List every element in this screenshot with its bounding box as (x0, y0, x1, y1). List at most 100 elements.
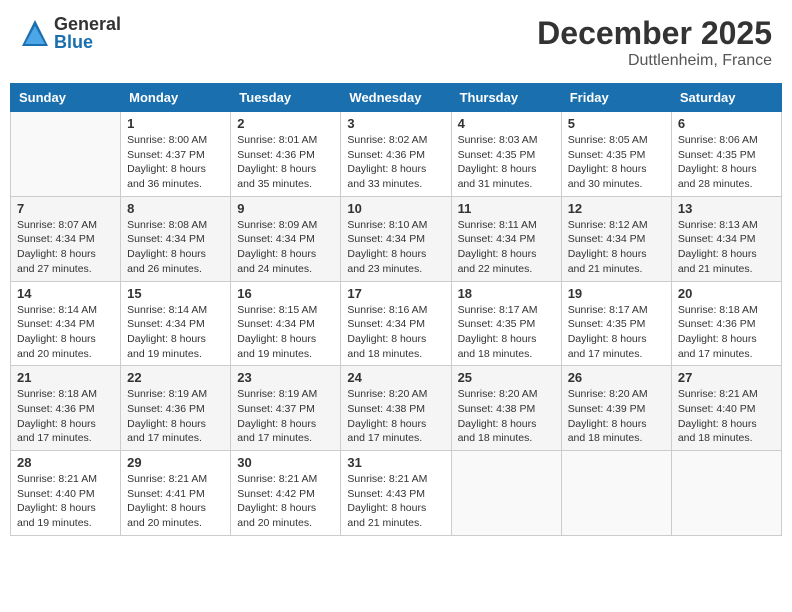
day-info: Sunrise: 8:01 AMSunset: 4:36 PMDaylight:… (237, 133, 334, 192)
day-number: 26 (568, 370, 665, 385)
day-number: 20 (678, 286, 775, 301)
calendar-cell: 25 Sunrise: 8:20 AMSunset: 4:38 PMDayligh… (451, 366, 561, 451)
day-info: Sunrise: 8:16 AMSunset: 4:34 PMDaylight:… (347, 303, 444, 362)
day-number: 17 (347, 286, 444, 301)
calendar-cell: 28Sunrise: 8:21 AMSunset: 4:40 PMDayligh… (11, 451, 121, 536)
calendar-cell: 8 Sunrise: 8:08 AMSunset: 4:34 PMDaylight… (121, 196, 231, 281)
day-info: Sunrise: 8:21 AMSunset: 4:40 PMDaylight:… (17, 472, 114, 531)
day-number: 3 (347, 116, 444, 131)
day-number: 9 (237, 201, 334, 216)
calendar-cell: 20 Sunrise: 8:18 AMSunset: 4:36 PMDayligh… (671, 281, 781, 366)
calendar-cell: 6 Sunrise: 8:06 AMSunset: 4:35 PMDaylight… (671, 112, 781, 197)
day-number: 25 (458, 370, 555, 385)
calendar-cell: 15Sunrise: 8:14 AMSunset: 4:34 PMDayligh… (121, 281, 231, 366)
day-number: 4 (458, 116, 555, 131)
day-info: Sunrise: 8:17 AMSunset: 4:35 PMDaylight:… (568, 303, 665, 362)
calendar-cell: 9 Sunrise: 8:09 AMSunset: 4:34 PMDaylight… (231, 196, 341, 281)
calendar-cell (451, 451, 561, 536)
day-number: 30 (237, 455, 334, 470)
day-info: Sunrise: 8:18 AMSunset: 4:36 PMDaylight:… (678, 303, 775, 362)
day-info: Sunrise: 8:19 AMSunset: 4:36 PMDaylight:… (127, 387, 224, 446)
day-number: 1 (127, 116, 224, 131)
day-number: 6 (678, 116, 775, 131)
calendar-cell: 5 Sunrise: 8:05 AMSunset: 4:35 PMDaylight… (561, 112, 671, 197)
day-number: 24 (347, 370, 444, 385)
day-info: Sunrise: 8:21 AMSunset: 4:42 PMDaylight:… (237, 472, 334, 531)
day-header-tuesday: Tuesday (231, 84, 341, 112)
day-info: Sunrise: 8:14 AMSunset: 4:34 PMDaylight:… (17, 303, 114, 362)
day-info: Sunrise: 8:09 AMSunset: 4:34 PMDaylight:… (237, 218, 334, 277)
day-info: Sunrise: 8:02 AMSunset: 4:36 PMDaylight:… (347, 133, 444, 192)
day-info: Sunrise: 8:08 AMSunset: 4:34 PMDaylight:… (127, 218, 224, 277)
location-title: Duttlenheim, France (537, 52, 772, 70)
day-number: 2 (237, 116, 334, 131)
calendar-cell (561, 451, 671, 536)
day-number: 23 (237, 370, 334, 385)
day-number: 8 (127, 201, 224, 216)
calendar-cell: 14 Sunrise: 8:14 AMSunset: 4:34 PMDayligh… (11, 281, 121, 366)
calendar-table: SundayMondayTuesdayWednesdayThursdayFrid… (10, 83, 782, 536)
day-number: 12 (568, 201, 665, 216)
day-info: Sunrise: 8:21 AMSunset: 4:41 PMDaylight:… (127, 472, 224, 531)
calendar-cell: 3 Sunrise: 8:02 AMSunset: 4:36 PMDaylight… (341, 112, 451, 197)
day-info: Sunrise: 8:03 AMSunset: 4:35 PMDaylight:… (458, 133, 555, 192)
day-number: 5 (568, 116, 665, 131)
calendar-week-row: 7Sunrise: 8:07 AMSunset: 4:34 PMDaylight… (11, 196, 782, 281)
day-number: 31 (347, 455, 444, 470)
day-number: 21 (17, 370, 114, 385)
day-number: 18 (458, 286, 555, 301)
calendar-cell: 29 Sunrise: 8:21 AMSunset: 4:41 PMDayligh… (121, 451, 231, 536)
title-block: December 2025 Duttlenheim, France (537, 15, 772, 70)
day-header-thursday: Thursday (451, 84, 561, 112)
day-info: Sunrise: 8:11 AMSunset: 4:34 PMDaylight:… (458, 218, 555, 277)
day-info: Sunrise: 8:20 AMSunset: 4:39 PMDaylight:… (568, 387, 665, 446)
day-header-sunday: Sunday (11, 84, 121, 112)
day-info: Sunrise: 8:06 AMSunset: 4:35 PMDaylight:… (678, 133, 775, 192)
calendar-cell: 24Sunrise: 8:20 AMSunset: 4:38 PMDayligh… (341, 366, 451, 451)
day-info: Sunrise: 8:10 AMSunset: 4:34 PMDaylight:… (347, 218, 444, 277)
calendar-cell: 7Sunrise: 8:07 AMSunset: 4:34 PMDaylight… (11, 196, 121, 281)
logo-icon (20, 18, 50, 48)
logo-blue: Blue (54, 33, 121, 51)
logo-general: General (54, 15, 121, 33)
day-number: 19 (568, 286, 665, 301)
day-info: Sunrise: 8:05 AMSunset: 4:35 PMDaylight:… (568, 133, 665, 192)
day-info: Sunrise: 8:18 AMSunset: 4:36 PMDaylight:… (17, 387, 114, 446)
day-number: 22 (127, 370, 224, 385)
day-info: Sunrise: 8:19 AMSunset: 4:37 PMDaylight:… (237, 387, 334, 446)
day-info: Sunrise: 8:20 AMSunset: 4:38 PMDaylight:… (458, 387, 555, 446)
day-number: 29 (127, 455, 224, 470)
calendar-cell: 30 Sunrise: 8:21 AMSunset: 4:42 PMDayligh… (231, 451, 341, 536)
calendar-cell: 23 Sunrise: 8:19 AMSunset: 4:37 PMDayligh… (231, 366, 341, 451)
calendar-header-row: SundayMondayTuesdayWednesdayThursdayFrid… (11, 84, 782, 112)
calendar-cell: 10 Sunrise: 8:10 AMSunset: 4:34 PMDayligh… (341, 196, 451, 281)
day-number: 14 (17, 286, 114, 301)
day-info: Sunrise: 8:17 AMSunset: 4:35 PMDaylight:… (458, 303, 555, 362)
day-number: 11 (458, 201, 555, 216)
day-number: 27 (678, 370, 775, 385)
calendar-cell: 1Sunrise: 8:00 AMSunset: 4:37 PMDaylight… (121, 112, 231, 197)
calendar-week-row: 14 Sunrise: 8:14 AMSunset: 4:34 PMDayligh… (11, 281, 782, 366)
calendar-cell: 16 Sunrise: 8:15 AMSunset: 4:34 PMDayligh… (231, 281, 341, 366)
day-info: Sunrise: 8:15 AMSunset: 4:34 PMDaylight:… (237, 303, 334, 362)
day-number: 10 (347, 201, 444, 216)
calendar-cell: 26 Sunrise: 8:20 AMSunset: 4:39 PMDayligh… (561, 366, 671, 451)
day-info: Sunrise: 8:14 AMSunset: 4:34 PMDaylight:… (127, 303, 224, 362)
calendar-week-row: 21 Sunrise: 8:18 AMSunset: 4:36 PMDayligh… (11, 366, 782, 451)
calendar-cell: 22 Sunrise: 8:19 AMSunset: 4:36 PMDayligh… (121, 366, 231, 451)
day-number: 7 (17, 201, 114, 216)
day-header-wednesday: Wednesday (341, 84, 451, 112)
day-number: 16 (237, 286, 334, 301)
calendar-cell: 4 Sunrise: 8:03 AMSunset: 4:35 PMDaylight… (451, 112, 561, 197)
day-info: Sunrise: 8:12 AMSunset: 4:34 PMDaylight:… (568, 218, 665, 277)
page-header: General Blue December 2025 Duttlenheim, … (10, 10, 782, 75)
calendar-cell: 19 Sunrise: 8:17 AMSunset: 4:35 PMDayligh… (561, 281, 671, 366)
calendar-cell: 12 Sunrise: 8:12 AMSunset: 4:34 PMDayligh… (561, 196, 671, 281)
calendar-cell: 13Sunrise: 8:13 AMSunset: 4:34 PMDayligh… (671, 196, 781, 281)
day-info: Sunrise: 8:21 AMSunset: 4:43 PMDaylight:… (347, 472, 444, 531)
month-title: December 2025 (537, 15, 772, 52)
calendar-cell: 2 Sunrise: 8:01 AMSunset: 4:36 PMDaylight… (231, 112, 341, 197)
calendar-cell: 18 Sunrise: 8:17 AMSunset: 4:35 PMDayligh… (451, 281, 561, 366)
day-header-monday: Monday (121, 84, 231, 112)
day-header-friday: Friday (561, 84, 671, 112)
